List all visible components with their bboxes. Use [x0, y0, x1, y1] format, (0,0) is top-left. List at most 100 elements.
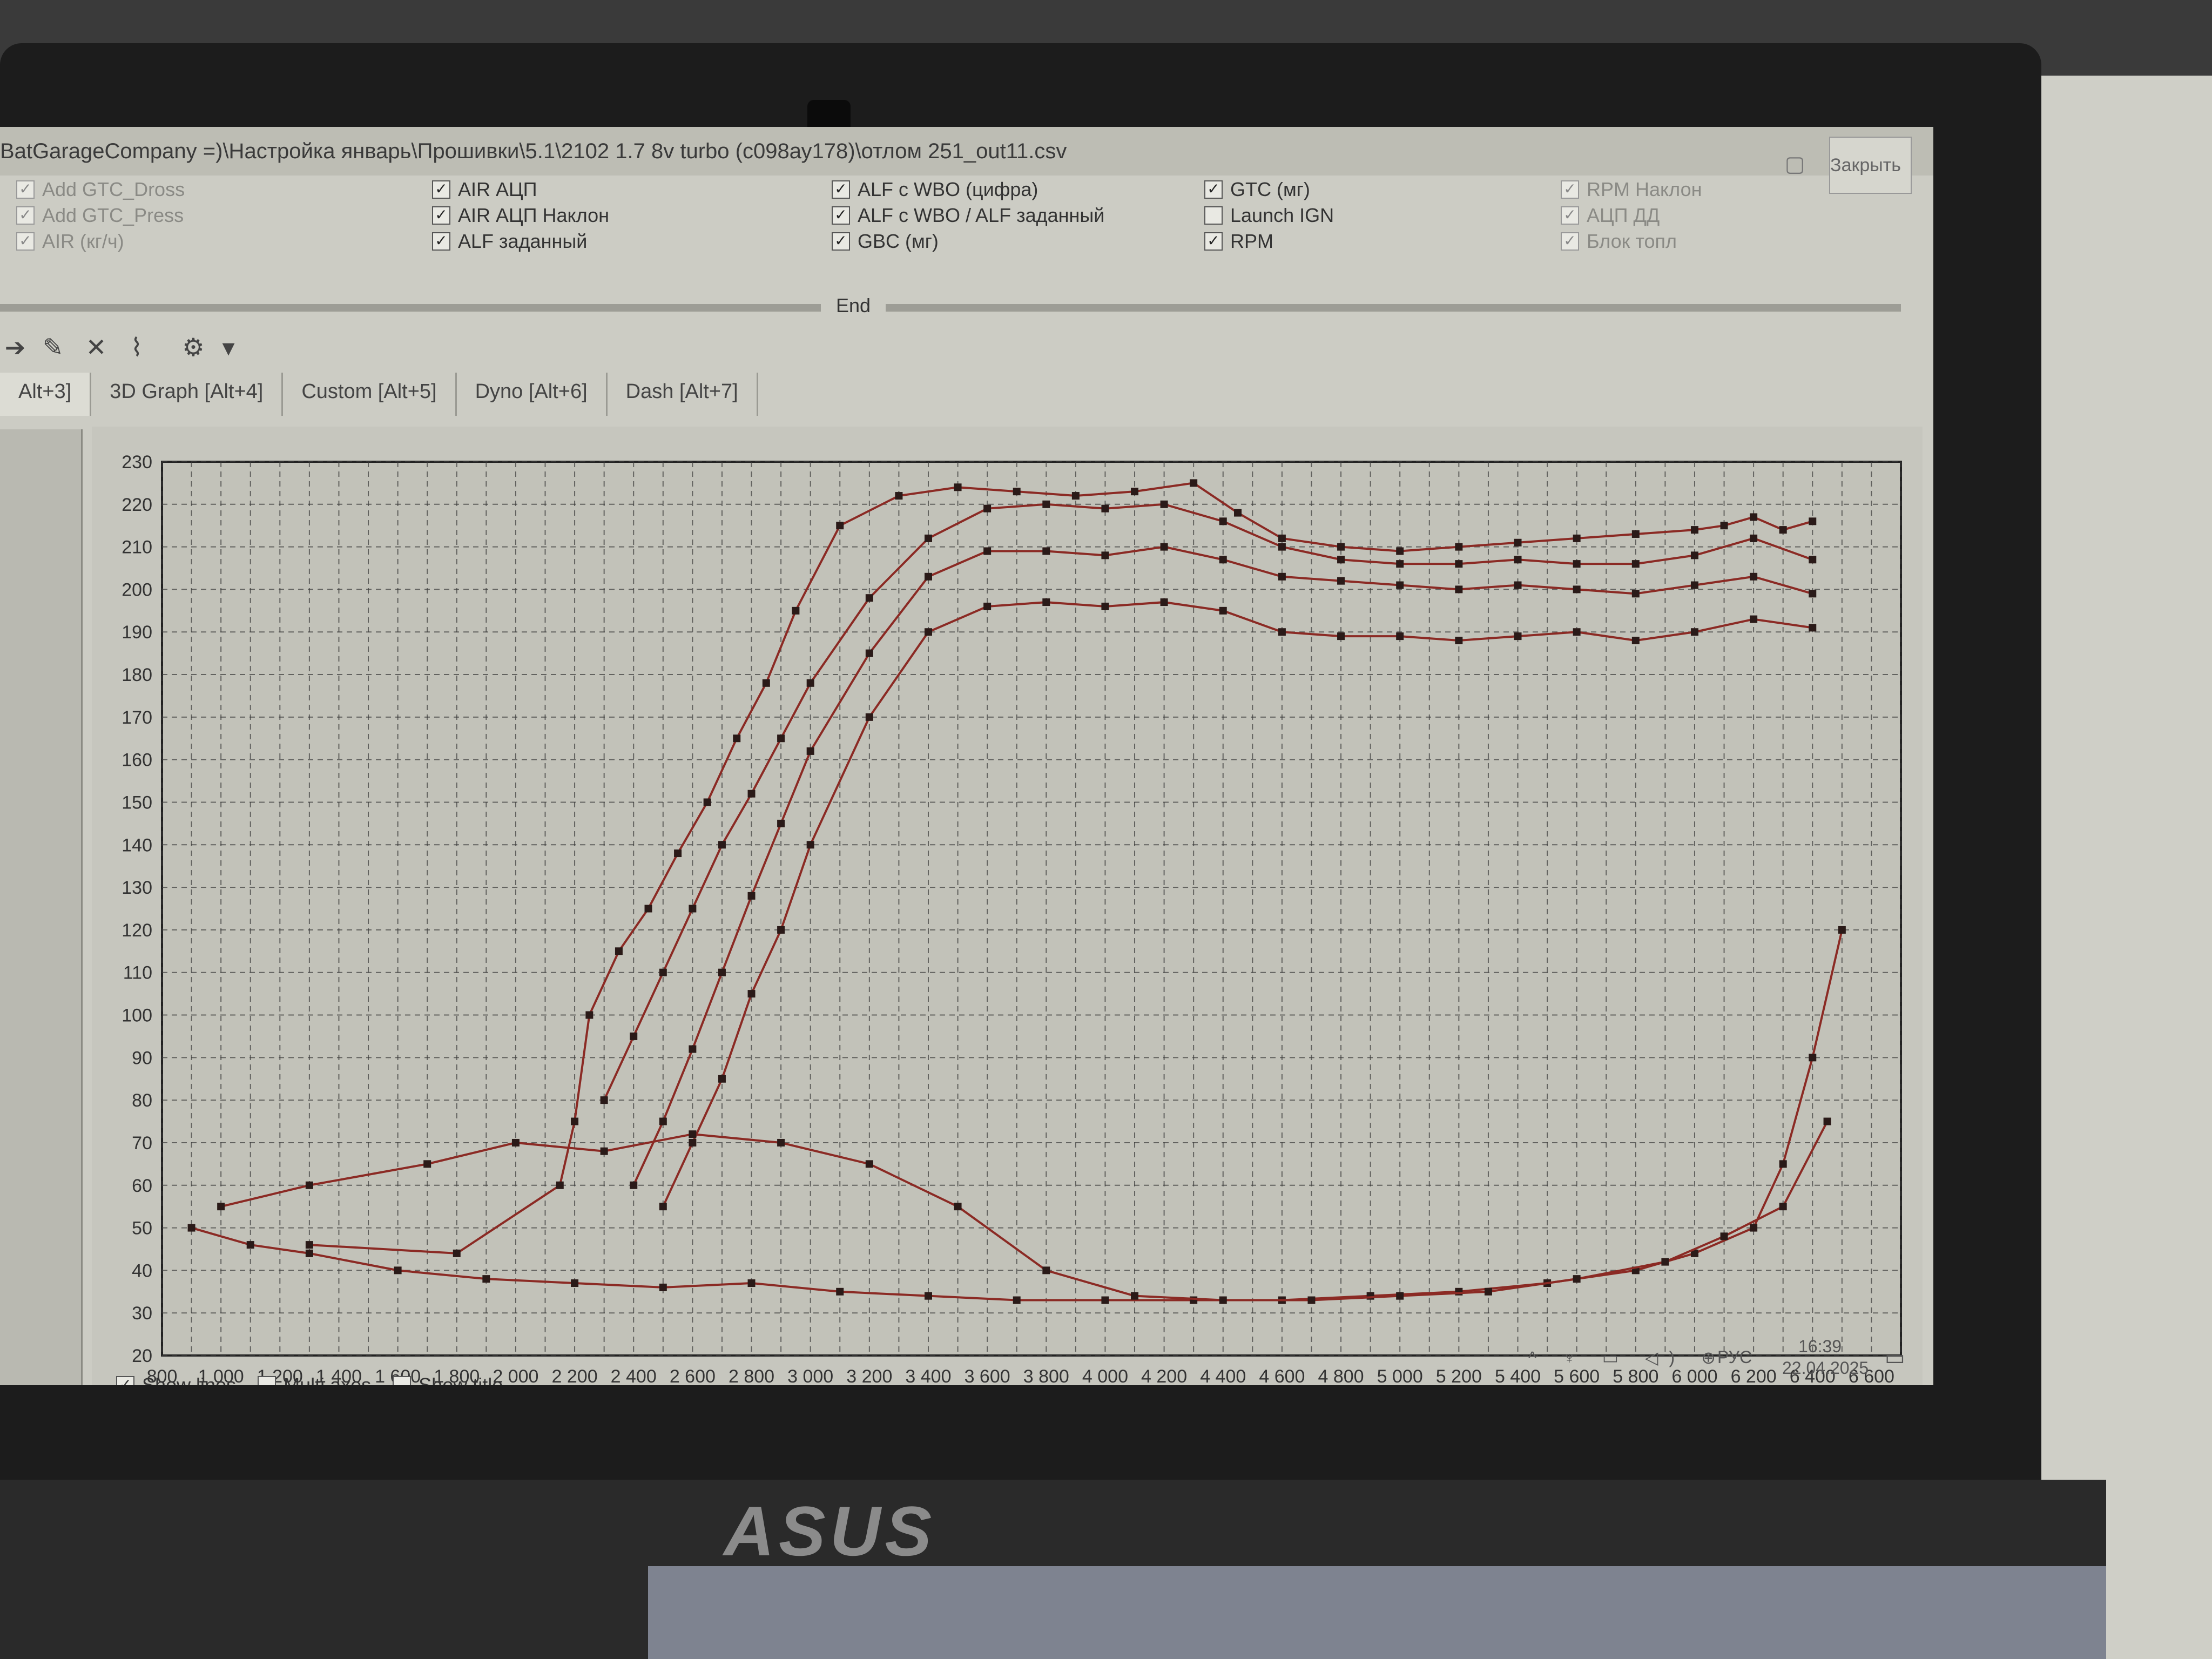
data-point — [1573, 628, 1581, 636]
system-tray: ^ ♆ ▭ ◁) ⊕ РУС 16:39 22.04.2025 ▭ — [1528, 1331, 1917, 1385]
show-title-checkbox[interactable] — [393, 1376, 412, 1385]
channel-checkbox[interactable]: ✓ Add GTC_Press — [16, 204, 184, 227]
data-point — [1690, 551, 1698, 559]
data-point — [1101, 1296, 1109, 1304]
channel-checkbox[interactable]: ✓ ALF заданный — [432, 230, 587, 253]
data-point — [777, 734, 785, 743]
data-point — [1484, 1287, 1492, 1296]
arrow-icon[interactable]: ➔ — [0, 332, 30, 362]
data-point — [1631, 560, 1640, 568]
data-point — [747, 990, 756, 998]
data-point — [1337, 556, 1345, 564]
channel-checkbox[interactable]: ✓ AIR АЦП — [432, 178, 537, 201]
channel-checkbox[interactable]: ✓ GBC (мг) — [832, 230, 939, 253]
clock-time[interactable]: 16:39 — [1798, 1337, 1842, 1357]
x-tick-label: 3 600 — [965, 1366, 1010, 1385]
tab-graph[interactable]: Alt+3] — [0, 373, 92, 416]
channel-checkbox[interactable]: ✓ RPM — [1204, 230, 1273, 253]
settings-icon[interactable]: ⚙ — [178, 332, 208, 362]
y-tick-label: 150 — [122, 792, 152, 813]
time-range-bar[interactable]: End — [0, 289, 1901, 327]
data-point — [1278, 628, 1286, 636]
data-point — [305, 1241, 313, 1249]
data-point — [453, 1249, 461, 1257]
data-point — [1750, 513, 1758, 521]
channel-checkbox[interactable]: ✓ AIR (кг/ч) — [16, 230, 124, 253]
channel-checkbox[interactable]: ✓ АЦП ДД — [1561, 204, 1660, 227]
range-end-label: End — [836, 294, 871, 316]
checkbox-box[interactable]: ✓ — [16, 180, 35, 199]
checkbox-box[interactable]: ✓ — [832, 206, 850, 225]
data-point — [1631, 590, 1640, 598]
checkbox-box[interactable]: ✓ — [16, 232, 35, 251]
data-point — [1514, 556, 1522, 564]
multi-axes-checkbox[interactable] — [258, 1376, 276, 1385]
show-lines-checkbox[interactable]: ✓ — [116, 1376, 134, 1385]
data-point — [1396, 632, 1404, 640]
range-track-start[interactable] — [0, 304, 821, 312]
data-point — [511, 1138, 520, 1147]
checkbox-box[interactable]: ✓ — [1561, 206, 1579, 225]
checkbox-box[interactable]: ✓ — [1204, 232, 1223, 251]
data-point — [1101, 551, 1109, 559]
checkbox-box[interactable]: ✓ — [16, 206, 35, 225]
x-tick-label: 4 400 — [1200, 1366, 1246, 1385]
laptop-screen: BatGarageCompany =)\Настройка январь\Про… — [0, 127, 1933, 1385]
checkbox-box[interactable]: ✓ — [1561, 232, 1579, 251]
language-indicator[interactable]: РУС — [1717, 1347, 1752, 1367]
toolbar: ➔ ✎ ✕ ⌇ ⚙ ▾ — [0, 327, 1933, 370]
edit-chart-icon[interactable]: ✎ — [38, 332, 68, 362]
notification-icon[interactable]: ▭ — [1885, 1345, 1905, 1370]
data-point — [1396, 547, 1404, 555]
data-point — [1396, 581, 1404, 589]
checkbox-box[interactable]: ✓ — [832, 232, 850, 251]
chart-icon[interactable]: ⌇ — [122, 332, 152, 362]
chart-options: ✓ Show lines Multi axes Show title — [116, 1369, 503, 1385]
range-track-end[interactable] — [886, 304, 1901, 312]
clear-icon[interactable]: ✕ — [81, 332, 111, 362]
scatter-chart[interactable]: 20 30 40 50 60 70 80 90 100 110 120 130 140 150 160 170… — [92, 427, 1923, 1385]
data-point — [1101, 602, 1109, 610]
checkbox-box[interactable]: ✓ — [1204, 180, 1223, 199]
checkbox-label: AIR АЦП — [458, 178, 537, 200]
tab-custom[interactable]: Custom [Alt+5] — [283, 373, 457, 416]
channel-checkbox[interactable]: ✓ ALF с WBO / ALF заданный — [832, 204, 1104, 227]
option-multi-axes[interactable]: Multi axes — [258, 1369, 371, 1385]
channel-checkbox[interactable]: Launch IGN — [1204, 204, 1334, 227]
channel-checkbox[interactable]: ✓ Add GTC_Dross — [16, 178, 185, 201]
data-point — [187, 1224, 195, 1232]
tray-icons[interactable]: ^ ♆ ▭ ◁) ⊕ — [1528, 1347, 1727, 1368]
clock-date[interactable]: 22.04.2025 — [1782, 1358, 1869, 1378]
checkbox-box[interactable]: ✓ — [1561, 180, 1579, 199]
option-show-lines[interactable]: ✓ Show lines — [116, 1369, 236, 1385]
channel-checkbox-panel: ✓ Add GTC_Dross ✓ Add GTC_Press ✓ AIR (кг/ч) ✓… — [0, 167, 1933, 275]
channel-checkbox[interactable]: ✓ RPM Наклон — [1561, 178, 1702, 201]
data-point — [1160, 543, 1168, 551]
channel-checkbox[interactable]: ✓ GTC (мг) — [1204, 178, 1310, 201]
checkbox-label: AIR АЦП Наклон — [458, 204, 610, 226]
checkbox-box[interactable]: ✓ — [432, 232, 450, 251]
left-side-panel — [0, 429, 83, 1385]
channel-checkbox[interactable]: ✓ Блок топл — [1561, 230, 1677, 253]
data-point — [747, 892, 756, 900]
multi-axes-label: Multi axes — [284, 1374, 372, 1385]
channel-checkbox[interactable]: ✓ AIR АЦП Наклон — [432, 204, 609, 227]
data-point — [1219, 517, 1227, 525]
data-point — [1823, 1117, 1831, 1125]
checkbox-box[interactable] — [1204, 206, 1223, 225]
data-point — [630, 1181, 638, 1189]
data-point — [246, 1241, 254, 1249]
option-show-title[interactable]: Show title — [393, 1369, 503, 1385]
tab-3d-graph[interactable]: 3D Graph [Alt+4] — [91, 373, 284, 416]
data-point — [689, 1045, 697, 1053]
checkbox-box[interactable]: ✓ — [832, 180, 850, 199]
data-point — [1278, 572, 1286, 581]
data-point — [792, 606, 800, 615]
tab-dyno[interactable]: Dyno [Alt+6] — [457, 373, 608, 416]
checkbox-box[interactable]: ✓ — [432, 206, 450, 225]
channel-checkbox[interactable]: ✓ ALF с WBO (цифра) — [832, 178, 1038, 201]
dropdown-icon[interactable]: ▾ — [213, 332, 244, 362]
checkbox-box[interactable]: ✓ — [432, 180, 450, 199]
tab-dash[interactable]: Dash [Alt+7] — [608, 373, 758, 416]
data-point — [1396, 1292, 1404, 1300]
